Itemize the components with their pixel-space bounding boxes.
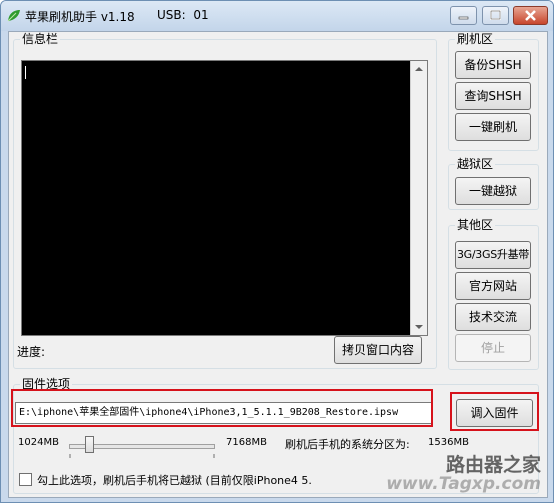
query-shsh-button[interactable]: 查询SHSH xyxy=(455,82,531,110)
partition-value: 1536MB xyxy=(428,437,469,448)
watermark: 路由器之家 www.Tagxp.com xyxy=(386,455,541,493)
console-scrollbar[interactable] xyxy=(410,61,427,335)
maximize-icon xyxy=(490,10,501,20)
app-window: 苹果刷机助手 v1.18 USB: 01 信息栏 进度: 拷贝窗口内容 刷机区 … xyxy=(0,0,554,503)
jailbreak-title: 越狱区 xyxy=(455,157,496,171)
scroll-down-icon[interactable] xyxy=(415,325,423,329)
slider-min-label: 1024MB xyxy=(18,437,59,448)
usb-value: 01 xyxy=(193,8,209,22)
one-click-jailbreak-button[interactable]: 一键越狱 xyxy=(455,177,531,205)
title-bar[interactable]: 苹果刷机助手 v1.18 USB: 01 xyxy=(1,1,553,31)
watermark-line2: www.Tagxp.com xyxy=(386,474,541,494)
partition-slider-thumb[interactable] xyxy=(85,436,94,453)
flash-groupbox: 刷机区 备份SHSH 查询SHSH 一键刷机 xyxy=(448,32,539,151)
watermark-line1: 路由器之家 xyxy=(445,454,541,476)
text-caret xyxy=(25,66,26,79)
info-title: 信息栏 xyxy=(20,32,61,46)
minimize-icon xyxy=(458,16,469,20)
path-highlight-box xyxy=(11,389,433,427)
client-area: 信息栏 进度: 拷贝窗口内容 刷机区 备份SHSH 查询SHSH 一键刷机 越狱… xyxy=(8,31,548,498)
usb-status: USB: 01 xyxy=(157,8,209,22)
slider-ticks xyxy=(69,454,215,458)
one-click-flash-button[interactable]: 一键刷机 xyxy=(455,113,531,141)
other-title: 其他区 xyxy=(455,218,496,232)
maximize-button[interactable] xyxy=(482,6,509,25)
info-groupbox: 信息栏 进度: 拷贝窗口内容 xyxy=(13,32,437,369)
jailbreak-after-flash-checkbox[interactable] xyxy=(19,473,32,486)
backup-shsh-button[interactable]: 备份SHSH xyxy=(455,51,531,79)
close-button[interactable] xyxy=(513,6,548,25)
baseband-upgrade-button[interactable]: 3G/3GS升基带 xyxy=(455,241,531,269)
minimize-button[interactable] xyxy=(450,6,477,25)
scroll-up-icon[interactable] xyxy=(415,67,423,71)
stop-button[interactable]: 停止 xyxy=(455,334,531,362)
official-site-button[interactable]: 官方网站 xyxy=(455,272,531,300)
jailbreak-groupbox: 越狱区 一键越狱 xyxy=(448,157,539,210)
jailbreak-checkbox-label: 勾上此选项，刷机后手机将已越狱 (目前仅限iPhone4 5. xyxy=(37,474,312,487)
partition-label: 刷机后手机的系统分区为: xyxy=(285,438,410,451)
flash-title: 刷机区 xyxy=(455,32,496,46)
usb-label: USB: xyxy=(157,8,186,22)
load-button-highlight-box xyxy=(450,392,539,431)
progress-label: 进度: xyxy=(17,345,46,359)
info-console[interactable] xyxy=(21,60,428,336)
other-groupbox: 其他区 3G/3GS升基带 官方网站 技术交流 停止 xyxy=(448,218,539,370)
copy-window-button[interactable]: 拷贝窗口内容 xyxy=(334,336,422,364)
tech-exchange-button[interactable]: 技术交流 xyxy=(455,303,531,331)
close-icon xyxy=(525,10,536,21)
slider-max-label: 7168MB xyxy=(226,437,267,448)
leaf-icon xyxy=(7,10,20,22)
window-title: 苹果刷机助手 v1.18 xyxy=(25,10,135,24)
